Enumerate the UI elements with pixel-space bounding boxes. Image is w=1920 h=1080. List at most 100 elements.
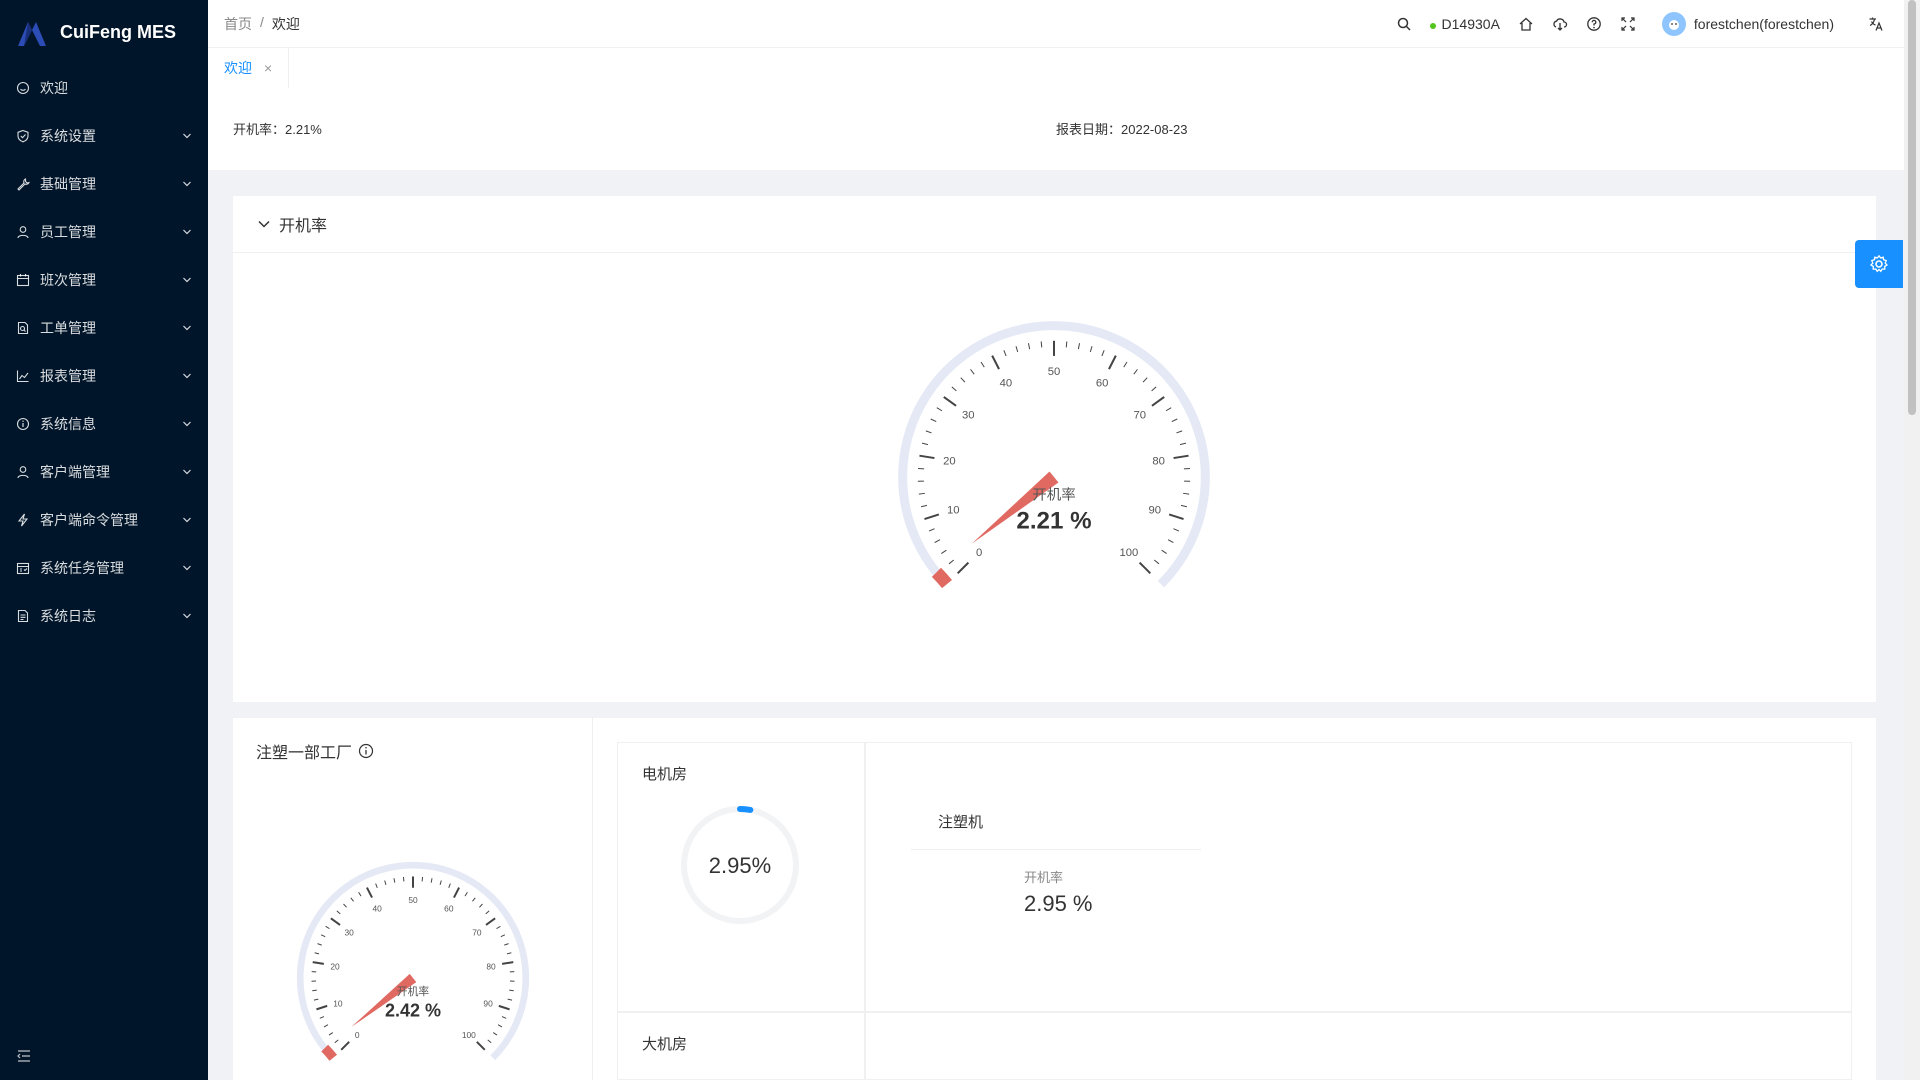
gauge-major-tick	[312, 961, 325, 965]
gauge-minor-tick	[980, 361, 985, 368]
cloud-download-icon[interactable]	[1552, 16, 1568, 32]
gauge-major-tick	[991, 355, 1000, 370]
sidebar-item-label: 班次管理	[40, 272, 96, 288]
gauge-value: 2.42 %	[385, 1000, 441, 1020]
gauge-minor-tick	[317, 943, 322, 946]
gauge-major-tick	[919, 454, 935, 460]
gauge-minor-tick	[1123, 361, 1128, 368]
page-scrollbar[interactable]	[1904, 0, 1920, 1080]
gauge-minor-tick	[430, 878, 433, 883]
gauge-minor-tick	[921, 442, 929, 446]
scrollbar-thumb[interactable]	[1908, 0, 1916, 415]
sidebar-item-label: 基础管理	[40, 176, 96, 192]
overall-rate-card: 开机率 0 10 20 30 40 50 60 70 80 90 100 开机率 2.21 %	[233, 196, 1876, 702]
info-circle-icon[interactable]	[358, 743, 374, 759]
gauge-minor-tick	[393, 878, 396, 883]
fullscreen-icon[interactable]	[1620, 16, 1636, 32]
search-icon[interactable]	[1396, 16, 1412, 32]
gauge-tick-label: 70	[1133, 410, 1146, 422]
chevron-down-icon	[183, 133, 191, 139]
gauge-major-tick	[453, 887, 460, 899]
gauge-tick-label: 90	[1148, 505, 1161, 517]
menu-fold-icon[interactable]	[16, 1048, 32, 1064]
gauge-minor-tick	[325, 925, 330, 930]
sidebar-item-label: 客户端管理	[40, 464, 110, 480]
gauge-tick-label: 40	[1000, 378, 1013, 390]
user-icon	[17, 466, 29, 479]
question-icon[interactable]	[1586, 16, 1602, 32]
gauge-tick-label: 20	[943, 455, 956, 467]
user-name: forestchen(forestchen)	[1693, 15, 1834, 32]
machine-title[interactable]: 注塑机	[938, 811, 983, 832]
sidebar-item-label: 系统信息	[40, 416, 96, 432]
gauge-minor-tick	[1179, 442, 1187, 446]
overall-card-header[interactable]: 开机率	[233, 196, 1876, 253]
chevron-down-icon	[183, 181, 191, 187]
sidebar-item-5[interactable]: 工单管理	[0, 304, 208, 352]
gauge-tick-label: 10	[947, 505, 960, 517]
room-ring-chart: 2.95%	[678, 803, 802, 930]
chevron-down-icon	[183, 373, 191, 379]
gauge-minor-tick	[925, 430, 932, 434]
gauge-minor-tick	[358, 892, 362, 897]
gauge-minor-tick	[1133, 369, 1138, 375]
sidebar-item-11[interactable]: 系统日志	[0, 592, 208, 640]
line-chart-icon	[16, 370, 29, 383]
sidebar-item-label: 系统日志	[40, 608, 96, 624]
room-title: 电机房	[642, 766, 688, 783]
sidebar-item-9[interactable]: 客户端命令管理	[0, 496, 208, 544]
chevron-down-icon	[183, 277, 191, 283]
gauge-minor-tick	[1171, 418, 1178, 423]
device-status[interactable]: D14930A	[1429, 15, 1500, 32]
gauge-minor-tick	[918, 492, 925, 495]
gauge-major-tick	[943, 396, 957, 407]
rate-summary: 开机率：2.21%	[233, 122, 322, 137]
user-menu[interactable]: forestchen(forestchen)	[1661, 11, 1834, 36]
sidebar-item-label: 客户端命令管理	[40, 512, 138, 528]
tab-close-icon[interactable]: ×	[264, 60, 272, 76]
room-motor[interactable]: 电机房 2.95%	[617, 742, 865, 1012]
sidebar-item-label: 员工管理	[40, 224, 96, 240]
tool-icon	[17, 178, 30, 191]
chevron-down-icon	[183, 325, 191, 331]
sidebar-item-10[interactable]: 系统任务管理	[0, 544, 208, 592]
breadcrumb-home[interactable]: 首页	[224, 14, 252, 34]
sidebar-item-3[interactable]: 员工管理	[0, 208, 208, 256]
gauge-progress	[321, 1044, 337, 1061]
sidebar-item-4[interactable]: 班次管理	[0, 256, 208, 304]
online-status-dot	[1429, 22, 1436, 29]
sidebar-item-0[interactable]: 欢迎	[0, 64, 208, 112]
gauge-tick-label: 50	[1048, 366, 1061, 378]
gauge-minor-tick	[1065, 341, 1068, 348]
gauge-minor-tick	[504, 943, 509, 946]
header-actions: D14930A forestchen(forestchen)	[1396, 11, 1904, 36]
app-logo[interactable]: CuiFeng MES	[0, 0, 208, 64]
sidebar-item-7[interactable]: 系统信息	[0, 400, 208, 448]
gauge-minor-tick	[328, 1032, 334, 1036]
gauge-major-tick	[1151, 396, 1165, 407]
sidebar-item-6[interactable]: 报表管理	[0, 352, 208, 400]
room-large[interactable]: 大机房	[617, 1012, 865, 1080]
gauge-minor-tick	[1101, 350, 1105, 357]
gauge-minor-tick	[485, 910, 490, 915]
sidebar-item-8[interactable]: 客户端管理	[0, 448, 208, 496]
factory-title: 注塑一部工厂	[256, 739, 374, 763]
gauge-major-tick	[340, 1041, 350, 1051]
gauge-minor-tick	[320, 934, 326, 938]
home-icon[interactable]	[1518, 16, 1534, 32]
sidebar-item-1[interactable]: 系统设置	[0, 112, 208, 160]
factory-name: 注塑一部工厂	[256, 745, 353, 762]
settings-drawer-button[interactable]	[1855, 240, 1903, 288]
gauge-minor-tick	[1183, 492, 1190, 495]
gauge-major-tick	[1108, 355, 1117, 370]
gauge-label: 开机率	[1032, 487, 1075, 504]
translate-icon[interactable]	[1868, 16, 1884, 32]
sidebar-item-2[interactable]: 基础管理	[0, 160, 208, 208]
gauge-minor-tick	[500, 934, 506, 938]
breadcrumb-separator: /	[260, 13, 264, 30]
device-id: D14930A	[1441, 15, 1500, 32]
gauge-minor-tick	[343, 903, 347, 908]
summary-bar: 开机率：2.21% 报表日期：2022-08-23	[208, 88, 1904, 170]
report-date: 报表日期：2022-08-23	[1056, 122, 1188, 137]
tab-welcome[interactable]: 欢迎 ×	[208, 48, 290, 88]
